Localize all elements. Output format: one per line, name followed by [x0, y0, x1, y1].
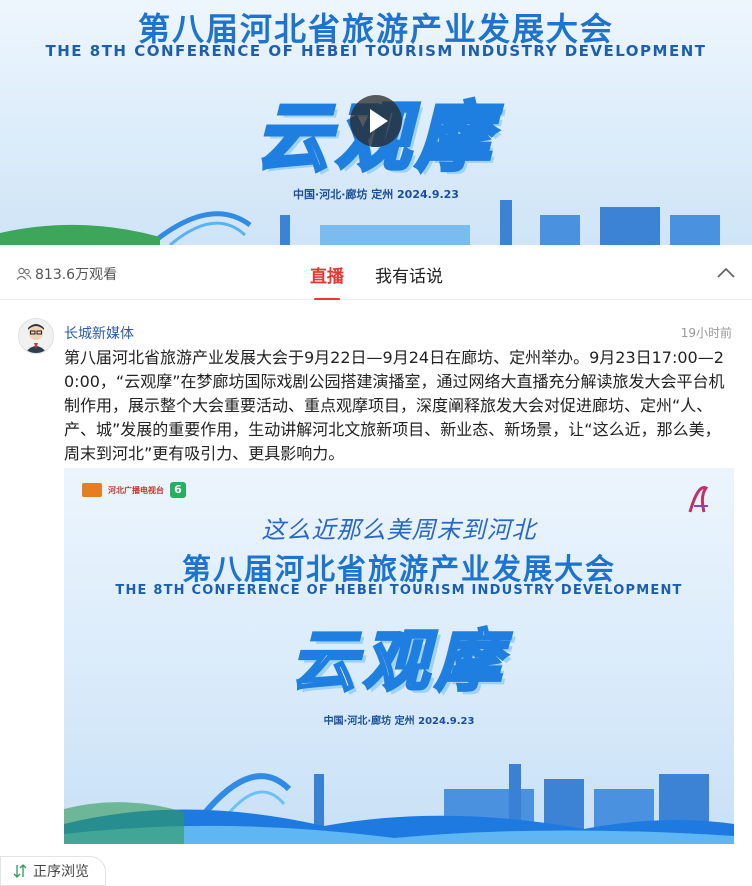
image-title-cn: 第八届河北省旅游产业发展大会: [181, 552, 616, 586]
avatar-icon: [25, 324, 47, 353]
tab-comments[interactable]: 我有话说: [375, 262, 443, 287]
tab-live[interactable]: 直播: [310, 262, 344, 301]
image-big-text: 云观摩: [290, 622, 507, 702]
viewer-count-text: 813.6万观看: [35, 267, 118, 283]
chevron-up-icon[interactable]: [714, 261, 738, 285]
skyline-illustration: [0, 200, 720, 245]
avatar[interactable]: [18, 318, 54, 354]
post-author[interactable]: 长城新媒体: [64, 323, 134, 343]
live-feed[interactable]: 长城新媒体 19小时前 第八届河北省旅游产业发展大会于9月22日—9月24日在廊…: [0, 300, 752, 880]
feed-post: 长城新媒体 19小时前 第八届河北省旅游产业发展大会于9月22日—9月24日在廊…: [0, 300, 752, 880]
sort-order-button[interactable]: 正序浏览: [0, 856, 106, 886]
image-slogan: 这么近那么美周末到河北: [261, 516, 537, 544]
post-image[interactable]: 河北广播电视台 6 这么近那么美周末到河北 第八届河北省旅游产业发展大会 THE…: [64, 468, 734, 844]
tab-bar: 813.6万观看 直播 我有话说: [0, 245, 752, 301]
sort-label: 正序浏览: [33, 864, 89, 880]
video-player[interactable]: 第八届河北省旅游产业发展大会 THE 8TH CONFERENCE OF HEB…: [0, 0, 752, 245]
users-icon: [16, 267, 32, 280]
viewer-count: 813.6万观看: [16, 264, 117, 284]
broadcaster-logo: 河北广播电视台 6: [82, 482, 186, 498]
video-title-en: THE 8TH CONFERENCE OF HEBEI TOURISM INDU…: [45, 42, 707, 60]
sort-icon: [13, 864, 27, 878]
post-text: 第八届河北省旅游产业发展大会于9月22日—9月24日在廊坊、定州举办。9月23日…: [64, 348, 725, 463]
image-title-en: THE 8TH CONFERENCE OF HEBEI TOURISM INDU…: [115, 583, 683, 598]
image-date-line: 中国·河北·廊坊 定州 2024.9.23: [323, 716, 475, 727]
post-time: 19小时前: [680, 326, 732, 340]
skyline-illustration: [64, 764, 734, 844]
play-icon[interactable]: [350, 95, 402, 147]
